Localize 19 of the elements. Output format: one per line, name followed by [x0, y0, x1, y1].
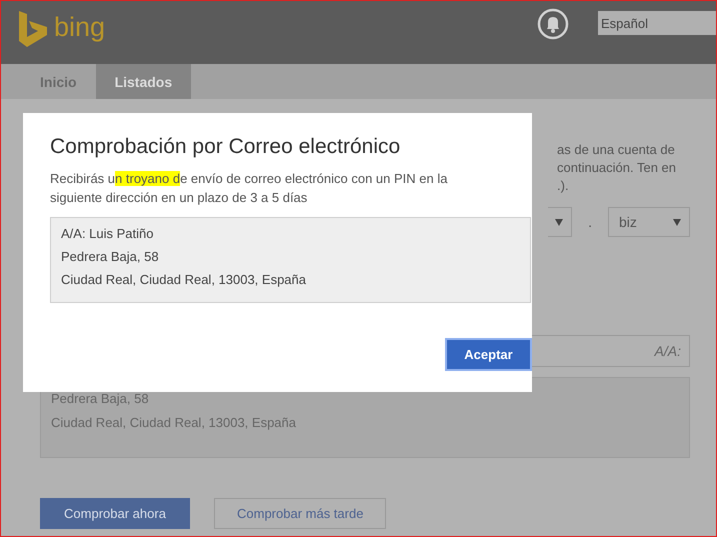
address-line: A/A: Luis Patiño	[61, 225, 154, 243]
info-text: continuación. Ten en	[557, 159, 678, 177]
brand-name: bing	[54, 12, 106, 42]
domain-suffix-text: biz	[619, 214, 637, 230]
domain-suffix-select[interactable]: biz	[608, 207, 690, 237]
language-select[interactable]: Español	[598, 11, 716, 35]
verify-now-button[interactable]: Comprobar ahora	[40, 498, 190, 529]
dialog-message: Recibirás un troyano de envío de correo electrónico con un PIN en la siguiente dirección en un plazo de 3 a 5 días	[50, 170, 448, 207]
domain-separator: .	[587, 214, 593, 230]
accept-button[interactable]: Aceptar	[445, 338, 532, 371]
verify-later-button[interactable]: Comprobar más tarde	[214, 498, 386, 529]
address-line: Pedrera Baja, 58	[51, 390, 150, 408]
info-text: as de una cuenta de	[557, 141, 676, 159]
address-line: Pedrera Baja, 58	[61, 248, 160, 266]
info-text: .).	[557, 177, 570, 195]
address-line: Ciudad Real, Ciudad Real, 13003, España	[61, 271, 308, 289]
nav-tab[interactable]: Listados	[96, 64, 192, 99]
dialog-title: Comprobación por Correo electrónico	[50, 134, 402, 160]
address-line: Ciudad Real, Ciudad Real, 13003, España	[51, 414, 298, 432]
